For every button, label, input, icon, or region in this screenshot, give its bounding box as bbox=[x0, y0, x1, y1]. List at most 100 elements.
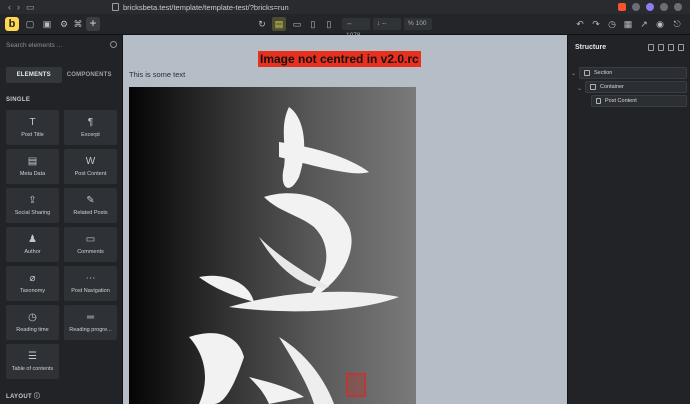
element-icon: T bbox=[29, 116, 36, 128]
address-bar[interactable]: bricksbeta.test/template/template-test/?… bbox=[112, 2, 618, 12]
browser-extensions bbox=[618, 3, 690, 11]
preview-eye-icon[interactable]: ◉ bbox=[654, 18, 666, 30]
add-element-button[interactable]: + bbox=[86, 17, 100, 31]
element-card[interactable]: ¶ Excerpt bbox=[64, 110, 117, 145]
url-text: bricksbeta.test/template/template-test/?… bbox=[123, 2, 289, 12]
tree-label: Container bbox=[600, 84, 624, 90]
element-icon: ☰ bbox=[28, 350, 37, 362]
shield-icon[interactable] bbox=[632, 3, 640, 11]
chevron-down-icon[interactable]: ⌄ bbox=[577, 85, 582, 92]
chevron-down-icon[interactable]: ⌄ bbox=[571, 70, 576, 77]
download-icon[interactable] bbox=[658, 44, 664, 51]
seal-stamp bbox=[346, 373, 366, 397]
desktop-breakpoint-icon[interactable]: ▤ bbox=[272, 17, 286, 31]
zoom-input[interactable]: % 100 bbox=[404, 18, 432, 30]
section-layout-label[interactable]: LAYOUT ⓘ bbox=[6, 391, 40, 400]
wordpress-icon bbox=[596, 98, 601, 104]
element-label: Excerpt bbox=[81, 131, 100, 138]
delete-icon[interactable] bbox=[668, 44, 674, 51]
browser-nav: ‹ › ▭ bbox=[0, 2, 112, 13]
element-icon: ⋯ bbox=[85, 272, 96, 284]
element-card[interactable]: T Post Title bbox=[6, 110, 59, 145]
section-single-label[interactable]: SINGLE bbox=[6, 97, 30, 103]
element-card[interactable]: ◷ Reading time bbox=[6, 305, 59, 340]
command-icon[interactable]: ⌘ bbox=[72, 18, 84, 30]
brave-icon[interactable] bbox=[618, 3, 626, 11]
search-elements-input[interactable]: Search elements ... bbox=[6, 42, 62, 49]
element-label: Social Sharing bbox=[14, 209, 51, 216]
bricks-logo[interactable]: b bbox=[5, 17, 19, 31]
extension-icon[interactable] bbox=[646, 3, 654, 11]
text-element[interactable]: This is some text bbox=[129, 70, 185, 79]
expand-icon[interactable] bbox=[678, 44, 684, 51]
external-link-icon[interactable]: ↗ bbox=[638, 18, 650, 30]
info-icon: ⓘ bbox=[33, 394, 41, 400]
element-card[interactable]: ▭ Comments bbox=[64, 227, 117, 262]
tree-item-container[interactable]: Container bbox=[585, 81, 687, 93]
element-label: Table of contents bbox=[11, 365, 54, 372]
zoom-value: 100 bbox=[415, 20, 427, 27]
builder-toolbar: b ▢ ▣ ⚙ ⌘ + ↻ ▤ ▭ ▯ ▯ ↔ 1078 ↕ -- % 100 … bbox=[0, 14, 690, 39]
sidebar-icon[interactable]: ▭ bbox=[26, 2, 35, 13]
structure-title: Structure bbox=[575, 44, 607, 51]
forward-icon[interactable]: › bbox=[17, 2, 20, 13]
search-icon[interactable] bbox=[110, 41, 117, 48]
tab-components[interactable]: COMPONENTS bbox=[62, 67, 118, 83]
element-label: Post Title bbox=[21, 131, 44, 138]
redo-icon[interactable]: ↷ bbox=[590, 18, 602, 30]
element-card[interactable]: ▤ Meta Data bbox=[6, 149, 59, 184]
grid-icon[interactable]: ▦ bbox=[622, 18, 634, 30]
tablet-portrait-icon[interactable]: ▯ bbox=[307, 18, 319, 30]
element-icon: ♟ bbox=[28, 233, 37, 245]
tree-item-post-content[interactable]: Post Content bbox=[591, 95, 687, 107]
element-icon: ⌀ bbox=[29, 272, 36, 284]
element-label: Author bbox=[24, 248, 41, 255]
heading-element[interactable]: Image not centred in v2.0.rc bbox=[258, 51, 421, 67]
element-card[interactable]: W Post Content bbox=[64, 149, 117, 184]
element-card[interactable]: ⌀ Taxonomy bbox=[6, 266, 59, 301]
panel-tabs: ELEMENTS COMPONENTS bbox=[6, 67, 117, 83]
menu-icon[interactable] bbox=[674, 3, 682, 11]
mobile-icon[interactable]: ▯ bbox=[323, 18, 335, 30]
structure-panel: Structure ⌄ Section ⌄ Container Post Con… bbox=[567, 35, 690, 404]
element-icon: ⇪ bbox=[28, 194, 37, 206]
container-icon bbox=[590, 84, 596, 90]
element-label: Post Navigation bbox=[71, 287, 110, 294]
elements-grid: T Post Title ¶ Excerpt ▤ Meta Data W Post Conte… bbox=[6, 110, 118, 379]
element-label: Related Posts bbox=[73, 209, 108, 216]
element-icon: W bbox=[85, 155, 96, 167]
refresh-icon[interactable]: ↻ bbox=[256, 18, 268, 30]
back-icon[interactable]: ‹ bbox=[8, 2, 11, 13]
section-icon bbox=[584, 70, 590, 76]
element-icon: ▭ bbox=[85, 233, 96, 245]
settings-icon[interactable]: ⚙ bbox=[58, 18, 70, 30]
builder-canvas[interactable]: Image not centred in v2.0.rc This is som… bbox=[123, 35, 567, 404]
tab-elements[interactable]: ELEMENTS bbox=[6, 67, 62, 83]
element-card[interactable]: ☰ Table of contents bbox=[6, 344, 59, 379]
undo-icon[interactable]: ↶ bbox=[574, 18, 586, 30]
element-card[interactable]: ♟ Author bbox=[6, 227, 59, 262]
element-icon: ═ bbox=[86, 311, 95, 323]
tablet-landscape-icon[interactable]: ▭ bbox=[291, 18, 303, 30]
exit-icon[interactable]: ⎋ bbox=[671, 18, 683, 30]
element-label: Meta Data bbox=[19, 170, 46, 177]
element-card[interactable]: ═ Reading progre... bbox=[64, 305, 117, 340]
copy-icon[interactable] bbox=[648, 44, 654, 51]
element-icon: ▤ bbox=[27, 155, 38, 167]
width-input[interactable]: ↔ 1078 bbox=[342, 18, 370, 39]
tree-label: Section bbox=[594, 70, 613, 76]
element-card[interactable]: ⇪ Social Sharing bbox=[6, 188, 59, 223]
extension-icon[interactable] bbox=[660, 3, 668, 11]
element-label: Taxonomy bbox=[19, 287, 46, 294]
page-icon[interactable]: ▢ bbox=[24, 18, 36, 30]
element-card[interactable]: ⋯ Post Navigation bbox=[64, 266, 117, 301]
image-element[interactable] bbox=[129, 87, 416, 404]
element-card[interactable]: ✎ Related Posts bbox=[64, 188, 117, 223]
template-icon[interactable]: ▣ bbox=[41, 18, 53, 30]
calligraphy-image bbox=[189, 107, 399, 404]
height-input[interactable]: ↕ -- bbox=[373, 18, 401, 30]
tree-item-section[interactable]: Section bbox=[579, 67, 687, 79]
history-icon[interactable]: ◷ bbox=[606, 18, 618, 30]
elements-panel: Search elements ... ELEMENTS COMPONENTS … bbox=[0, 35, 123, 404]
element-icon: ✎ bbox=[86, 194, 95, 206]
